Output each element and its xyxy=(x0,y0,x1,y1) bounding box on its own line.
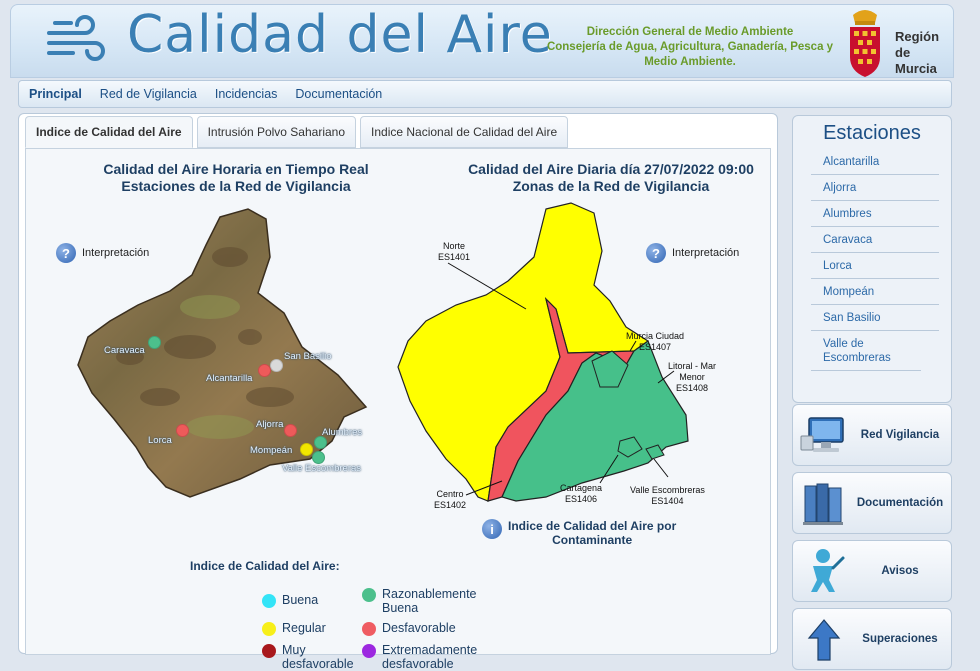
zone-label-murcia-ciudad: Murcia Ciudad ES1407 xyxy=(626,331,685,352)
zone-label-cartagena: Cartagena ES1406 xyxy=(560,483,603,504)
nav-red-de-vigilancia[interactable]: Red de Vigilancia xyxy=(100,87,197,101)
legend-title: Indice de Calidad del Aire: xyxy=(190,559,340,573)
legend-dot xyxy=(362,588,376,602)
tab-content: Calidad del Aire Horaria en Tiempo Real … xyxy=(25,148,771,671)
site-header: Calidad del Aire Dirección General de Me… xyxy=(10,4,954,78)
station-label-mompean: Mompeán xyxy=(250,445,293,456)
nav-principal[interactable]: Principal xyxy=(29,87,82,101)
tab-intrusion-polvo-sahariano[interactable]: Intrusión Polvo Sahariano xyxy=(196,116,357,148)
station-link-mompean[interactable]: Mompeán xyxy=(811,279,939,305)
legend-item-extremadamente-desfavorable: Extremadamente desfavorable xyxy=(362,643,492,671)
station-label-caravaca: Caravaca xyxy=(104,345,145,356)
region-emblem-icon xyxy=(850,10,880,77)
station-link-caravaca[interactable]: Caravaca xyxy=(811,227,939,253)
zone-label-valle-escombreras: Valle Escombreras ES1404 xyxy=(630,485,705,506)
tab-indice-calidad-aire[interactable]: Indice de Calidad del Aire xyxy=(25,116,193,148)
stations-heading: Estaciones xyxy=(823,122,921,144)
superaciones-button[interactable]: Superaciones xyxy=(792,608,952,670)
station-link-valle-escombreras[interactable]: Valle de Escombreras xyxy=(811,331,921,371)
station-link-alumbres[interactable]: Alumbres xyxy=(811,201,939,227)
zone-label-centro: Centro ES1402 xyxy=(434,489,467,510)
zones-map-title: Calidad del Aire Diaria día 27/07/2022 0… xyxy=(468,161,754,194)
pollutant-index-link[interactable]: i Indice de Calidad del Aire por Contami… xyxy=(482,519,676,547)
legend-item-muy-desfavorable: Muy desfavorable xyxy=(262,643,362,671)
station-dot-valle-escombreras[interactable] xyxy=(312,451,325,464)
station-label-san-basilio: San Basilio xyxy=(284,351,332,362)
nav-documentacion[interactable]: Documentación xyxy=(295,87,382,101)
station-link-lorca[interactable]: Lorca xyxy=(811,253,939,279)
station-link-san-basilio[interactable]: San Basilio xyxy=(811,305,939,331)
person-alert-icon xyxy=(811,549,845,592)
legend-dot xyxy=(262,594,276,608)
nav-incidencias[interactable]: Incidencias xyxy=(215,87,278,101)
stations-map-title: Calidad del Aire Horaria en Tiempo Real … xyxy=(103,161,369,194)
station-dot-lorca[interactable] xyxy=(176,424,189,437)
site-title: Calidad del Aire xyxy=(127,5,553,65)
stations-panel: Estaciones Alcantarilla Aljorra Alumbres… xyxy=(792,115,952,403)
red-vigilancia-button[interactable]: Red Vigilancia xyxy=(792,404,952,466)
legend-item-regular: Regular xyxy=(262,621,326,636)
station-dot-san-basilio[interactable] xyxy=(270,359,283,372)
zone-label-litoral-mar-menor: Litoral - Mar Menor ES1408 xyxy=(667,361,716,393)
station-label-alcantarilla: Alcantarilla xyxy=(206,373,253,384)
main-panel: Indice de Calidad del Aire Intrusión Pol… xyxy=(18,113,778,671)
station-link-aljorra[interactable]: Aljorra xyxy=(811,175,939,201)
organization-name: Dirección General de Medio Ambiente Cons… xyxy=(546,26,834,68)
legend-dot xyxy=(362,644,376,658)
documentacion-button[interactable]: Documentación xyxy=(792,472,952,534)
tab-bar: Indice de Calidad del Aire Intrusión Pol… xyxy=(25,116,569,148)
books-icon xyxy=(803,483,843,525)
legend-dot xyxy=(262,622,276,636)
legend-item-razonablemente-buena: Razonablemente Buena xyxy=(362,587,492,615)
region-name: Región de Murcia xyxy=(895,29,940,76)
station-link-alcantarilla[interactable]: Alcantarilla xyxy=(811,149,939,175)
station-label-alumbres: Alumbres xyxy=(322,427,363,438)
station-dot-mompean[interactable] xyxy=(300,443,313,456)
main-nav: Principal Red de Vigilancia Incidencias … xyxy=(18,80,952,108)
legend-item-desfavorable: Desfavorable xyxy=(362,621,456,636)
legend-dot xyxy=(262,644,276,658)
wind-icon xyxy=(47,15,105,61)
station-dot-caravaca[interactable] xyxy=(148,336,161,349)
station-label-valle-escombreras: Valle Escombreras xyxy=(282,463,362,474)
station-label-lorca: Lorca xyxy=(148,435,172,446)
zone-label-norte: Norte ES1401 xyxy=(438,241,471,262)
station-dot-aljorra[interactable] xyxy=(284,424,297,437)
avisos-button[interactable]: Avisos xyxy=(792,540,952,602)
arrow-up-icon xyxy=(807,619,841,661)
station-dot-alcantarilla[interactable] xyxy=(258,364,271,377)
tab-indice-nacional[interactable]: Indice Nacional de Calidad del Aire xyxy=(360,116,569,148)
station-label-aljorra: Aljorra xyxy=(256,419,284,430)
station-dot-alumbres[interactable] xyxy=(314,436,327,449)
legend-dot xyxy=(362,622,376,636)
legend-item-buena: Buena xyxy=(262,593,318,608)
monitor-icon xyxy=(800,417,844,452)
info-icon: i xyxy=(482,519,502,539)
